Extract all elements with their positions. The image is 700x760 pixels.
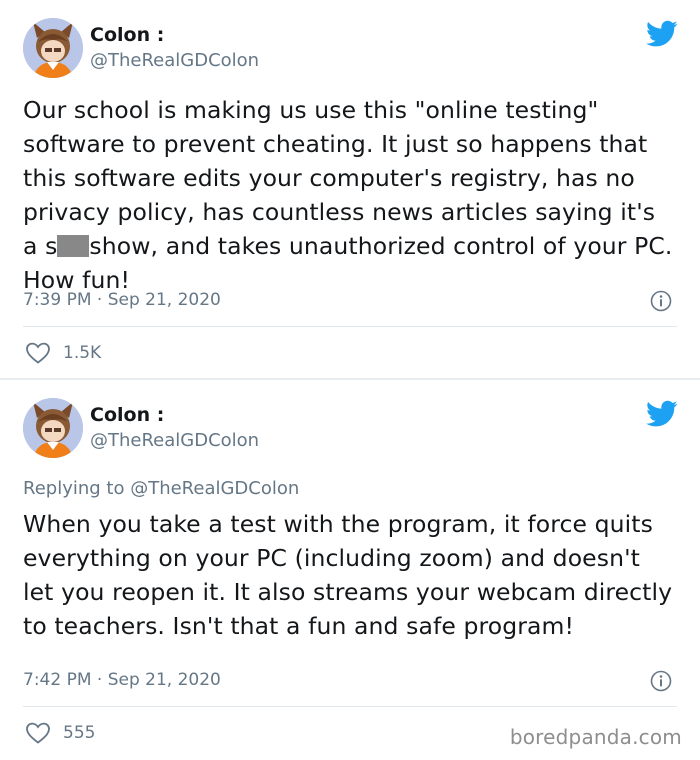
like-button[interactable]: 555: [25, 721, 95, 745]
watermark-text: boredpanda.com: [509, 725, 682, 749]
like-count: 555: [63, 723, 96, 743]
info-icon[interactable]: [650, 290, 672, 312]
twitter-bird-icon[interactable]: [646, 400, 678, 428]
tweet-text: When you take a test with the program, i…: [23, 510, 673, 640]
author-handle[interactable]: @TheRealGDColon: [90, 50, 259, 71]
like-button[interactable]: 1.5K: [25, 341, 101, 365]
censor-block: [57, 235, 90, 257]
tweet-text: Our school is making us use this "online…: [23, 93, 673, 297]
tweet-timestamp[interactable]: 7:39 PM · Sep 21, 2020: [23, 290, 221, 310]
heart-icon: [26, 342, 50, 364]
avatar-image: [23, 18, 83, 78]
author-display-name[interactable]: Colon :: [90, 24, 164, 46]
info-icon[interactable]: [650, 670, 672, 692]
avatar[interactable]: [23, 18, 83, 78]
author-display-name[interactable]: Colon :: [90, 404, 164, 426]
tweet-timestamp[interactable]: 7:42 PM · Sep 21, 2020: [23, 670, 221, 690]
tweet-card: Colon : @TheRealGDColon Replying to @The…: [0, 380, 700, 760]
author-handle[interactable]: @TheRealGDColon: [90, 430, 259, 451]
twitter-bird-icon[interactable]: [646, 20, 678, 48]
divider: [23, 706, 677, 707]
tweet-card: Colon : @TheRealGDColon Our school is ma…: [0, 0, 700, 379]
tweet-text-part: show, and takes unauthorized control of …: [23, 232, 673, 294]
avatar-image: [23, 398, 83, 458]
like-count: 1.5K: [63, 343, 102, 363]
replying-to-label[interactable]: Replying to @TheRealGDColon: [23, 478, 299, 499]
divider: [23, 326, 677, 327]
avatar[interactable]: [23, 398, 83, 458]
heart-icon: [26, 722, 50, 744]
